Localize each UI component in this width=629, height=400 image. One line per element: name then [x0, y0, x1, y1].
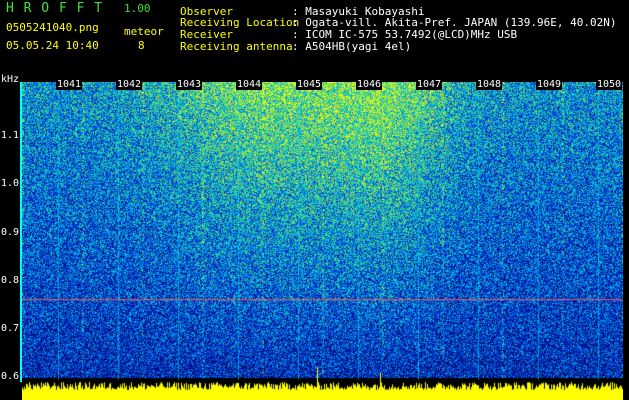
antenna-value: : A504HB(yagi 4el) — [292, 40, 412, 53]
y-tick-label: 1.0 — [1, 178, 20, 190]
antenna-label: Receiving antenna — [180, 40, 293, 53]
version-label: 1.00 — [124, 2, 151, 15]
filename-label: 0505241040.png — [6, 21, 99, 34]
time-label: 1044 — [236, 79, 263, 90]
y-tick-label: 0.6 — [1, 371, 20, 383]
time-label: 1042 — [116, 79, 143, 90]
time-label: 1045 — [296, 79, 323, 90]
app-title: H R O F F T — [6, 1, 104, 16]
y-tick-label: 1.1 — [1, 130, 20, 142]
time-label: 1048 — [476, 79, 503, 90]
mode-label: meteor — [124, 25, 164, 38]
time-label: 1049 — [536, 79, 563, 90]
y-axis-line — [20, 82, 22, 382]
spectrogram — [22, 82, 623, 400]
time-label: 1043 — [176, 79, 203, 90]
datetime-label: 05.05.24 10:40 — [6, 39, 99, 52]
y-unit-label: kHz — [1, 74, 20, 85]
y-tick-label: 0.8 — [1, 274, 20, 286]
time-label: 1041 — [56, 79, 83, 90]
header-panel: H R O F F T 1.00 0505241040.png meteor 0… — [0, 0, 629, 76]
time-label: 1047 — [416, 79, 443, 90]
y-tick-label: 0.7 — [1, 323, 20, 335]
y-tick-label: 0.9 — [1, 226, 20, 238]
spectrogram-canvas — [22, 82, 623, 400]
time-label: 1046 — [356, 79, 383, 90]
count-label: 8 — [138, 39, 145, 52]
time-label: 1050 — [596, 79, 623, 90]
